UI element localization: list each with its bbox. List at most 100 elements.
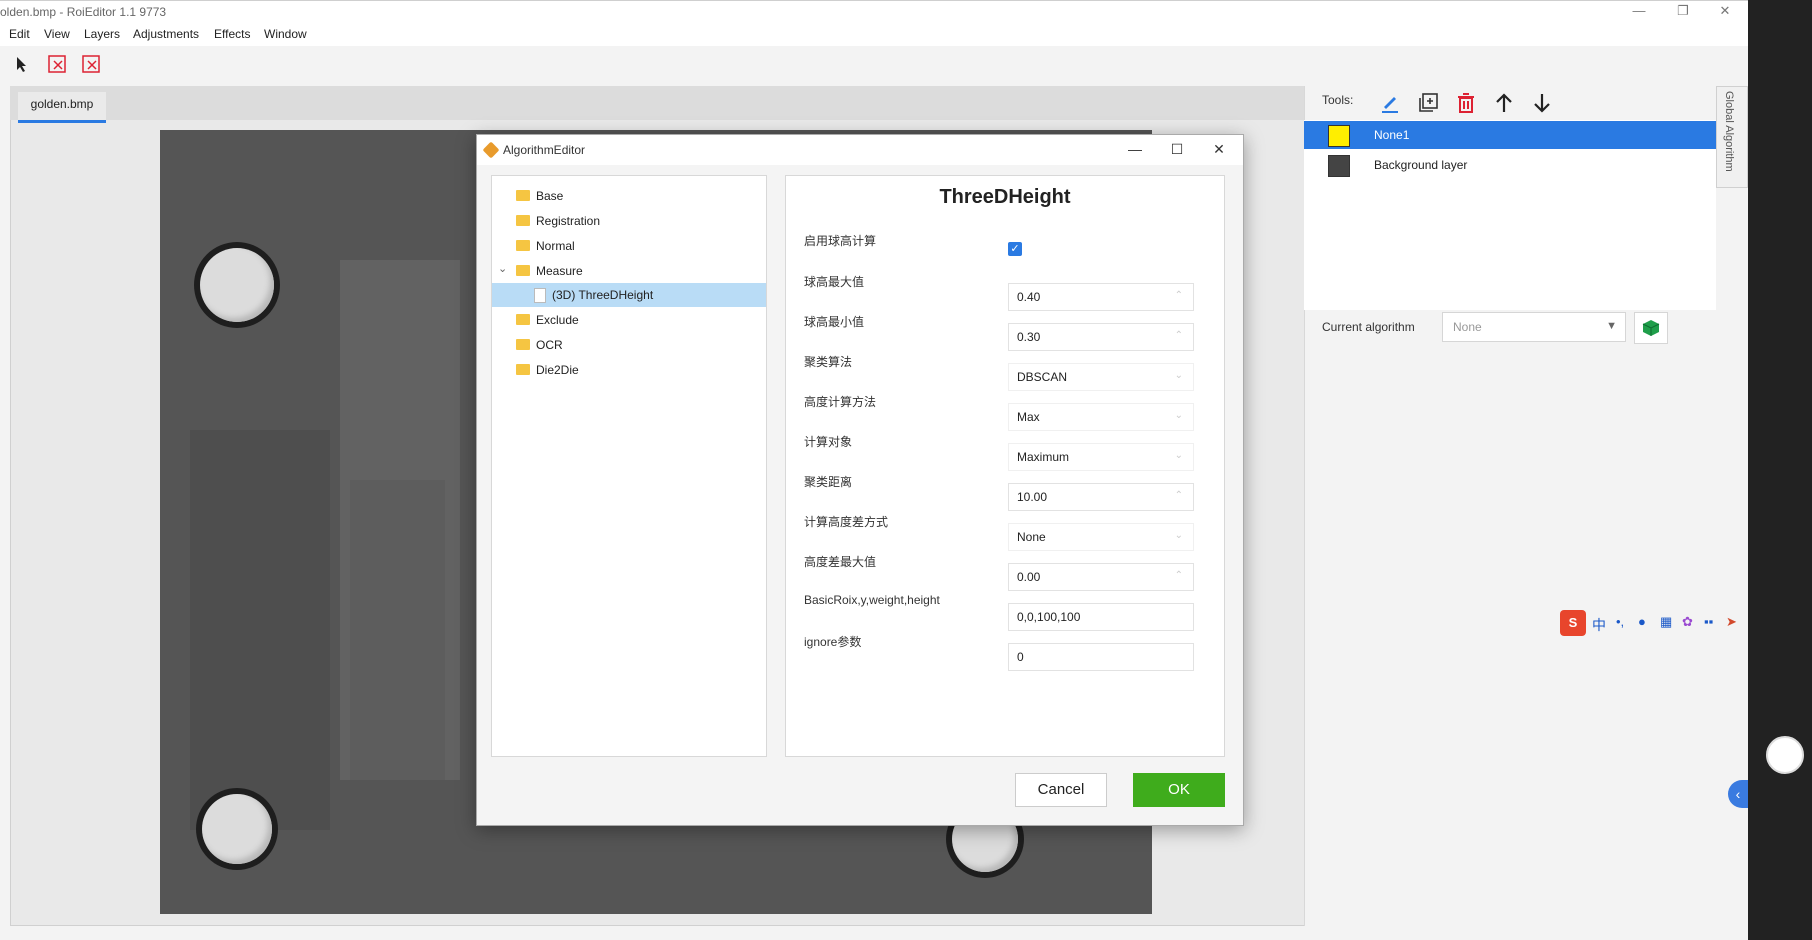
chevron-down-icon[interactable]: ⌄ [498,262,507,275]
prop-value: 0.40 [1017,290,1041,304]
prop-row-ball-height-max: 球高最大值 0.40 ⌃ [786,269,1224,311]
prop-label: 计算对象 [804,435,853,449]
tree-item-base[interactable]: Base [492,184,766,208]
stepper-icon[interactable]: ⌃ [1175,330,1183,341]
cube-icon [482,141,500,159]
prop-select[interactable]: Max ⌄ [1008,403,1194,431]
tab-golden-bmp[interactable]: golden.bmp [18,92,106,123]
ok-button[interactable]: OK [1133,773,1225,807]
prop-select[interactable]: DBSCAN ⌄ [1008,363,1194,391]
arrow-up-icon[interactable] [1492,91,1516,115]
dialog-title-bar: AlgorithmEditor — ☐ ✕ [477,135,1243,165]
minimize-button[interactable]: — [1624,3,1654,18]
current-algorithm-select[interactable]: None ▼ [1442,312,1626,342]
menu-adjustments[interactable]: Adjustments [133,27,199,41]
avatar[interactable] [1766,736,1804,774]
tools-label: Tools: [1322,93,1354,107]
prop-number-input[interactable]: 10.00 ⌃ [1008,483,1194,511]
mic-icon[interactable]: ● [1638,614,1646,629]
collapse-icon[interactable]: ‹ [1728,780,1748,808]
prop-select[interactable]: None ⌄ [1008,523,1194,551]
prop-value: Maximum [1017,450,1070,464]
stepper-icon[interactable]: ⌃ [1175,290,1183,301]
keyboard-icon[interactable]: ▦ [1660,614,1672,630]
dialog-minimize-button[interactable]: — [1121,141,1149,157]
close-button[interactable]: ✕ [1710,3,1740,19]
prop-value: 0 [1017,650,1024,664]
apply-algorithm-button[interactable] [1634,312,1668,344]
delete-roi-icon[interactable] [47,54,67,74]
tree-item-normal[interactable]: Normal [492,234,766,258]
prop-value: DBSCAN [1017,370,1068,384]
layer-item-none1[interactable]: None1 [1304,121,1716,149]
properties-title: ThreeDHeight [939,186,1071,208]
ime-mode[interactable]: 中 [1592,615,1606,635]
sogou-icon[interactable]: S [1560,610,1586,636]
prop-label: 聚类算法 [804,355,853,369]
menu-view[interactable]: View [44,27,70,41]
prop-row-enable-ball-height: 启用球高计算 ✓ [786,228,1224,268]
menu-effects[interactable]: Effects [214,27,250,41]
prop-value: 0,0,100,100 [1017,610,1081,624]
stepper-icon[interactable]: ⌃ [1175,490,1183,501]
pointer-icon[interactable] [12,54,32,74]
tree-item-die2die[interactable]: Die2Die [492,358,766,382]
prop-label: 高度计算方法 [804,395,877,409]
folder-icon [516,240,530,251]
side-strip [1748,0,1812,940]
prop-value: Max [1017,410,1040,424]
ime-toolbar: S 中 •, ● ▦ ✿ ▪▪ ➤ [1560,610,1746,638]
global-algorithm-label: Global Algorithm [1723,91,1735,172]
menu-edit[interactable]: Edit [9,27,30,41]
tree-item-registration[interactable]: Registration [492,209,766,233]
maximize-button[interactable]: ❐ [1668,3,1698,19]
skin-icon[interactable]: ✿ [1682,614,1693,630]
prop-row-height-diff-method: 计算高度差方式 None ⌄ [786,509,1224,551]
tree-item-label: (3D) ThreeDHeight [552,288,654,302]
folder-icon [516,190,530,201]
delete-layer-icon[interactable] [1454,91,1478,115]
prop-row-height-method: 高度计算方法 Max ⌄ [786,389,1224,431]
dialog-maximize-button[interactable]: ☐ [1163,141,1191,158]
delete-all-roi-icon[interactable] [81,54,101,74]
add-layer-icon[interactable] [1416,91,1440,115]
global-algorithm-tab[interactable]: Global Algorithm [1716,86,1748,188]
prop-text-input[interactable]: 0,0,100,100 [1008,603,1194,631]
prop-value: 0.00 [1017,570,1041,584]
tree-item-measure[interactable]: ⌄ Measure [492,259,766,283]
edit-icon[interactable] [1378,91,1402,115]
folder-icon [516,265,530,276]
tree-item-label: Normal [536,239,575,253]
prop-label: 高度差最大值 [804,555,877,569]
layer-item-background[interactable]: Background layer [1304,151,1716,179]
apps-icon[interactable]: ▪▪ [1704,614,1713,629]
prop-select[interactable]: Maximum ⌄ [1008,443,1194,471]
menu-layers[interactable]: Layers [84,27,120,41]
more-icon[interactable]: ➤ [1726,614,1737,630]
image-region [350,480,445,780]
tree-item-threedheight[interactable]: (3D) ThreeDHeight [492,283,766,307]
prop-checkbox[interactable]: ✓ [1008,242,1022,256]
tree-item-label: OCR [536,338,563,352]
prop-row-cluster-distance: 聚类距离 10.00 ⌃ [786,469,1224,511]
tree-item-ocr[interactable]: OCR [492,333,766,357]
chevron-down-icon: ⌄ [1174,370,1183,381]
punctuation-icon[interactable]: •, [1616,614,1624,629]
chevron-down-icon: ⌄ [1174,530,1183,541]
tree-item-exclude[interactable]: Exclude [492,308,766,332]
prop-number-input[interactable]: 0.30 ⌃ [1008,323,1194,351]
prop-number-input[interactable]: 0.40 ⌃ [1008,283,1194,311]
arrow-down-icon[interactable] [1530,91,1554,115]
prop-label: 计算高度差方式 [804,515,889,529]
prop-number-input[interactable]: 0.00 ⌃ [1008,563,1194,591]
stepper-icon[interactable]: ⌃ [1175,570,1183,581]
tree-item-label: Registration [536,214,601,228]
prop-label: 球高最大值 [804,275,865,289]
cube-icon [1642,320,1660,336]
cancel-button[interactable]: Cancel [1015,773,1107,807]
prop-text-input[interactable]: 0 [1008,643,1194,671]
file-icon [534,288,546,303]
folder-icon [516,215,530,226]
dialog-close-button[interactable]: ✕ [1205,141,1233,158]
menu-window[interactable]: Window [264,27,307,41]
